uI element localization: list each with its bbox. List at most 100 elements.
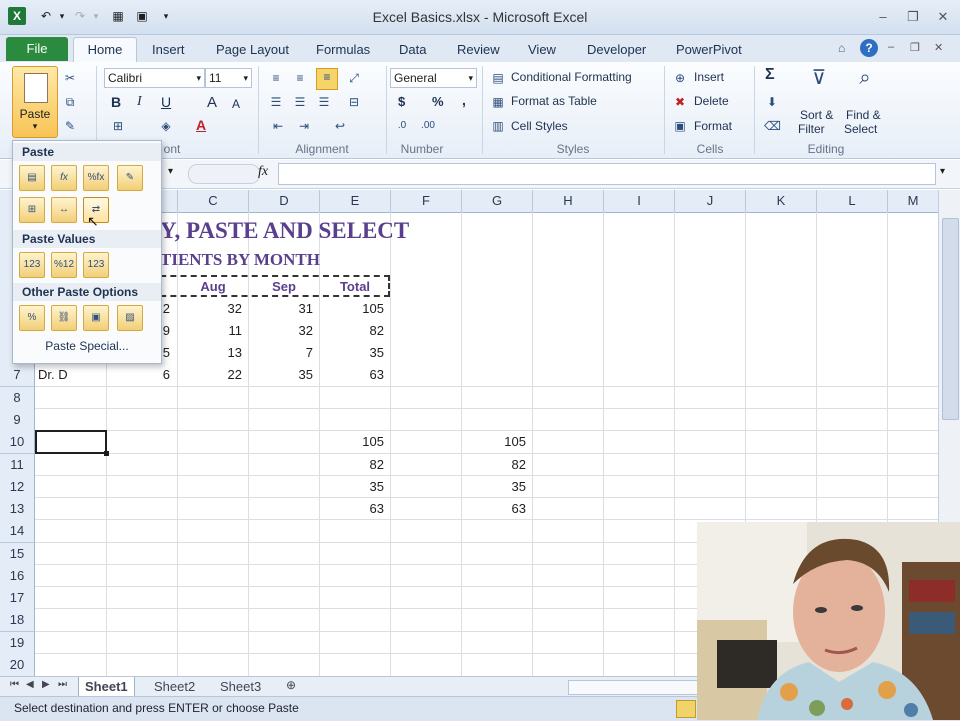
column-header[interactable]: C [178,190,249,212]
autosum-button[interactable]: Σ [765,66,775,84]
row-header[interactable]: 7 [0,364,35,387]
format-painter-icon[interactable]: ✎ [62,118,78,134]
insert-cells-button[interactable]: Insert [694,70,724,84]
first-sheet-icon[interactable]: ⏮ [10,679,19,690]
keep-column-widths-icon[interactable]: ↔ [51,197,77,223]
tab-review[interactable]: Review [457,42,500,57]
row-header[interactable]: 17 [0,587,35,610]
borders-icon[interactable]: ⊞ [110,118,126,134]
cell[interactable]: 35 [320,476,384,498]
workbook-close-icon[interactable]: ✕ [934,41,943,54]
comma-button[interactable]: , [462,92,466,108]
normal-view-icon[interactable] [676,700,696,718]
cell[interactable]: 7 [249,342,313,364]
cell[interactable]: 11 [178,320,243,342]
row-header[interactable]: 19 [0,632,35,655]
tab-view[interactable]: View [528,42,556,57]
tab-developer[interactable]: Developer [587,42,646,57]
header-sep[interactable]: Sep [249,276,319,298]
row-header[interactable]: 15 [0,543,35,566]
wrap-text-icon[interactable]: ↩ [332,118,348,134]
align-top-icon[interactable]: ≡ [268,70,284,86]
sheet-tab-sheet3[interactable]: Sheet3 [214,677,267,696]
binoculars-icon[interactable]: ⌕ [852,68,878,100]
align-middle-icon[interactable]: ≡ [292,70,308,86]
cell[interactable]: 63 [320,498,384,520]
number-format-combo[interactable]: General ▾ [390,68,477,88]
close-button[interactable]: ✕ [932,8,954,26]
shrink-font-button[interactable]: A [232,97,240,111]
currency-button[interactable]: $ [398,94,405,109]
bold-button[interactable]: B [111,94,121,110]
no-borders-icon[interactable]: ⊞ [19,197,45,223]
row-header[interactable]: 18 [0,609,35,632]
row-header[interactable]: 11 [0,454,35,477]
underline-button[interactable]: U [161,94,171,110]
cell[interactable]: 63 [320,364,384,386]
align-bottom-icon[interactable]: ≡ [316,68,338,90]
cell-styles-icon[interactable]: ▥ [490,118,506,134]
cell[interactable]: 35 [249,364,313,386]
cell[interactable]: 105 [320,298,384,320]
cell[interactable]: 82 [462,454,526,476]
tab-insert[interactable]: Insert [152,42,185,57]
sheet-tab-sheet2[interactable]: Sheet2 [148,677,201,696]
tab-formulas[interactable]: Formulas [316,42,370,57]
decrease-indent-icon[interactable]: ⇤ [270,118,286,134]
cell[interactable]: 32 [249,320,313,342]
percent-button[interactable]: % [432,94,444,109]
paste-formatting-icon[interactable]: % [19,305,45,331]
column-header[interactable]: L [817,190,888,212]
sheet-subtitle[interactable]: TIENTS BY MONTH [160,249,320,271]
orientation-icon[interactable]: ⤢ [346,70,362,86]
workbook-minimize-icon[interactable]: – [888,41,894,53]
font-color-button[interactable]: A [196,117,206,133]
paste-picture-icon[interactable]: ▣ [83,305,109,331]
sort-filter-label-2[interactable]: Filter [798,122,825,136]
column-header[interactable]: E [320,190,391,212]
row-header[interactable]: 9 [0,409,35,432]
paste-special-item[interactable]: Paste Special... [13,339,161,353]
column-header[interactable]: J [675,190,746,212]
cell[interactable]: 13 [178,342,242,364]
conditional-formatting-icon[interactable]: ▤ [490,70,506,86]
insert-cells-icon[interactable]: ⊕ [672,70,688,86]
row-header[interactable]: 14 [0,520,35,543]
increase-indent-icon[interactable]: ⇥ [296,118,312,134]
tab-data[interactable]: Data [399,42,426,57]
row-header[interactable]: 12 [0,476,35,499]
keep-source-formatting-icon[interactable]: ✎ [117,165,143,191]
restore-button[interactable]: ❐ [902,8,924,26]
cell[interactable]: 105 [462,431,526,453]
cell[interactable]: 32 [178,298,242,320]
cell[interactable]: 82 [320,454,384,476]
fill-color-icon[interactable]: ◈ [158,118,174,134]
sort-filter-label-1[interactable]: Sort & [800,108,833,122]
find-select-label-1[interactable]: Find & [846,108,881,122]
last-sheet-icon[interactable]: ⏭ [58,679,67,690]
help-icon[interactable]: ? [860,39,878,57]
decrease-decimal-icon[interactable]: .00 [420,118,436,134]
merge-center-icon[interactable]: ⊟ [346,94,362,110]
header-total[interactable]: Total [320,276,390,298]
cut-icon[interactable]: ✂ [62,70,78,86]
tab-page-layout[interactable]: Page Layout [216,42,289,57]
expand-formula-bar-icon[interactable]: ▾ [940,166,945,177]
cell[interactable]: 82 [320,320,384,342]
row-header[interactable]: 8 [0,387,35,410]
format-cells-icon[interactable]: ▣ [672,118,688,134]
horizontal-scrollbar[interactable] [568,680,700,695]
format-as-table-icon[interactable]: ▦ [490,94,506,110]
cell[interactable]: 35 [462,476,526,498]
insert-sheet-icon[interactable]: ⊕ [286,678,296,692]
tab-powerpivot[interactable]: PowerPivot [676,42,742,57]
tab-home[interactable]: Home [73,37,137,63]
paste-link-icon[interactable]: ⛓ [51,305,77,331]
workbook-restore-icon[interactable]: ❐ [910,41,920,54]
delete-cells-icon[interactable]: ✖ [672,94,688,110]
cell[interactable]: 31 [249,298,313,320]
align-right-icon[interactable]: ☰ [316,94,332,110]
paste-icon[interactable]: ▤ [19,165,45,191]
fill-icon[interactable]: ⬇ [764,94,780,110]
sheet-tab-sheet1[interactable]: Sheet1 [78,677,135,697]
